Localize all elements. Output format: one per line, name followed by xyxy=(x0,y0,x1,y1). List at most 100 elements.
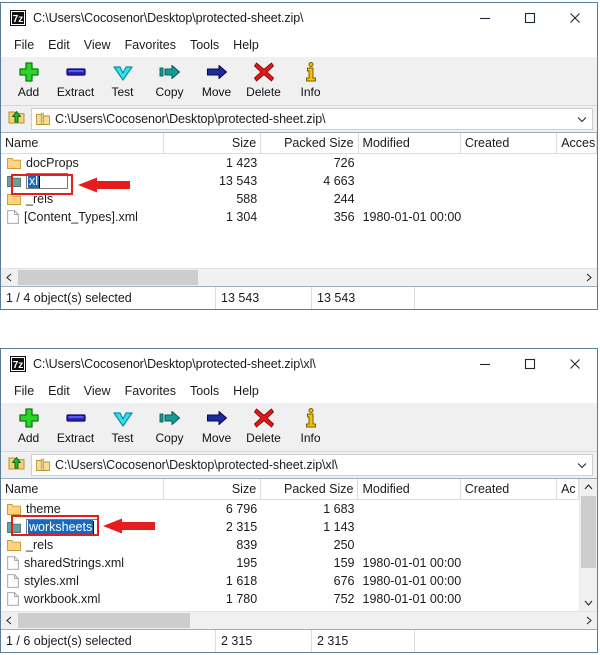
column-header-created[interactable]: Created xyxy=(461,133,558,153)
table-row[interactable]: sharedStrings.xml 195 159 1980-01-01 00:… xyxy=(1,554,579,572)
cell-name[interactable]: _rels xyxy=(1,538,164,552)
file-name: [Content_Types].xml xyxy=(24,210,138,224)
table-row[interactable]: docProps 1 423 726 xyxy=(1,154,597,172)
hscroll-track[interactable] xyxy=(18,269,580,286)
column-header-size[interactable]: Size xyxy=(164,479,262,499)
minimize-button[interactable] xyxy=(462,349,507,379)
copy-button[interactable]: Copy xyxy=(146,57,193,103)
cell-name[interactable]: docProps xyxy=(1,156,164,170)
horizontal-scrollbar[interactable] xyxy=(1,268,597,286)
column-header-packed-size[interactable]: Packed Size xyxy=(261,479,359,499)
cell-packed-size: 1 143 xyxy=(323,520,355,534)
info-button[interactable]: Info xyxy=(287,57,334,103)
scroll-right-arrow-icon[interactable] xyxy=(580,612,597,629)
scroll-up-arrow-icon[interactable] xyxy=(580,479,597,496)
folder-icon xyxy=(7,503,21,516)
address-combobox[interactable]: C:\Users\Cocosenor\Desktop\protected-she… xyxy=(31,454,593,476)
test-button[interactable]: Test xyxy=(99,57,146,103)
file-name: _rels xyxy=(26,538,54,552)
move-button[interactable]: Move xyxy=(193,57,240,103)
titlebar[interactable]: 7z C:\Users\Cocosenor\Desktop\protected-… xyxy=(1,349,597,379)
menu-item-file[interactable]: File xyxy=(7,36,41,54)
column-header-size[interactable]: Size xyxy=(164,133,262,153)
scroll-left-arrow-icon[interactable] xyxy=(1,612,18,629)
column-header-accessed[interactable]: Acces xyxy=(557,133,597,153)
vertical-scrollbar[interactable] xyxy=(579,479,597,611)
extract-button[interactable]: Extract xyxy=(52,403,99,449)
cell-name[interactable]: sharedStrings.xml xyxy=(1,556,164,570)
delete-button[interactable]: Delete xyxy=(240,403,287,449)
column-header-name[interactable]: Name xyxy=(1,133,164,153)
horizontal-scrollbar[interactable] xyxy=(1,611,597,629)
up-folder-button[interactable] xyxy=(3,107,31,131)
scroll-down-arrow-icon[interactable] xyxy=(580,594,597,611)
menu-item-edit[interactable]: Edit xyxy=(41,36,77,54)
menu-item-help[interactable]: Help xyxy=(226,382,266,400)
column-header-created[interactable]: Created xyxy=(461,479,558,499)
copy-arrow-icon xyxy=(159,60,181,84)
cell-name[interactable]: theme xyxy=(1,502,164,516)
table-row[interactable]: xl 13 543 4 663 xyxy=(1,172,597,190)
hscroll-thumb[interactable] xyxy=(18,613,190,628)
maximize-button[interactable] xyxy=(507,349,552,379)
vscroll-track[interactable] xyxy=(580,496,597,594)
table-row[interactable]: _rels 839 250 xyxy=(1,536,579,554)
column-header-modified[interactable]: Modified xyxy=(358,479,461,499)
table-row[interactable]: workbook.xml 1 780 752 1980-01-01 00:00 xyxy=(1,590,579,608)
cell-name[interactable]: worksheets xyxy=(1,519,164,535)
file-rows: theme 6 796 1 683 worksheets 2 315 1 143… xyxy=(1,500,579,611)
scroll-left-arrow-icon[interactable] xyxy=(1,269,18,286)
vscroll-thumb[interactable] xyxy=(581,496,596,568)
chevron-down-icon[interactable] xyxy=(572,113,592,125)
test-button[interactable]: Test xyxy=(99,403,146,449)
menu-item-tools[interactable]: Tools xyxy=(183,36,226,54)
extract-button[interactable]: Extract xyxy=(52,57,99,103)
status-selection: 1 / 4 object(s) selected xyxy=(1,287,216,309)
column-header-packed-size[interactable]: Packed Size xyxy=(261,133,359,153)
info-button[interactable]: Info xyxy=(287,403,334,449)
menu-item-view[interactable]: View xyxy=(77,382,118,400)
cell-name[interactable]: styles.xml xyxy=(1,574,164,588)
rename-input[interactable]: worksheets xyxy=(26,519,99,535)
address-combobox[interactable]: C:\Users\Cocosenor\Desktop\protected-she… xyxy=(31,108,593,130)
cell-name[interactable]: workbook.xml xyxy=(1,592,164,606)
scroll-right-arrow-icon[interactable] xyxy=(580,269,597,286)
close-button[interactable] xyxy=(552,349,597,379)
menu-item-tools[interactable]: Tools xyxy=(183,382,226,400)
minimize-button[interactable] xyxy=(462,3,507,33)
cell-name[interactable]: [Content_Types].xml xyxy=(1,210,164,224)
menu-item-view[interactable]: View xyxy=(77,36,118,54)
titlebar[interactable]: 7z C:\Users\Cocosenor\Desktop\protected-… xyxy=(1,3,597,33)
add-button[interactable]: Add xyxy=(5,57,52,103)
hscroll-track[interactable] xyxy=(18,612,580,629)
chevron-down-icon[interactable] xyxy=(572,459,592,471)
table-row[interactable]: styles.xml 1 618 676 1980-01-01 00:00 xyxy=(1,572,579,590)
table-row[interactable]: theme 6 796 1 683 xyxy=(1,500,579,518)
column-header-modified[interactable]: Modified xyxy=(359,133,461,153)
move-button[interactable]: Move xyxy=(193,403,240,449)
folder-icon-selected xyxy=(7,175,21,188)
add-button[interactable]: Add xyxy=(5,403,52,449)
table-row[interactable]: _rels 588 244 xyxy=(1,190,597,208)
copy-button[interactable]: Copy xyxy=(146,403,193,449)
delete-button[interactable]: Delete xyxy=(240,57,287,103)
cell-packed-size: 4 663 xyxy=(323,174,355,188)
column-header-name[interactable]: Name xyxy=(1,479,164,499)
menu-item-edit[interactable]: Edit xyxy=(41,382,77,400)
cell-name[interactable]: xl xyxy=(1,173,164,189)
menu-item-file[interactable]: File xyxy=(7,382,41,400)
menu-item-favorites[interactable]: Favorites xyxy=(118,382,183,400)
up-folder-button[interactable] xyxy=(3,453,31,477)
extract-icon xyxy=(65,60,87,84)
menu-item-favorites[interactable]: Favorites xyxy=(118,36,183,54)
column-header-accessed[interactable]: Ac xyxy=(557,479,579,499)
menu-item-help[interactable]: Help xyxy=(226,36,266,54)
maximize-button[interactable] xyxy=(507,3,552,33)
address-value: C:\Users\Cocosenor\Desktop\protected-she… xyxy=(55,112,326,126)
table-row[interactable]: [Content_Types].xml 1 304 356 1980-01-01… xyxy=(1,208,597,226)
table-row[interactable]: worksheets 2 315 1 143 xyxy=(1,518,579,536)
cell-name[interactable]: _rels xyxy=(1,192,164,206)
close-button[interactable] xyxy=(552,3,597,33)
rename-input[interactable]: xl xyxy=(26,173,69,189)
hscroll-thumb[interactable] xyxy=(18,270,198,285)
